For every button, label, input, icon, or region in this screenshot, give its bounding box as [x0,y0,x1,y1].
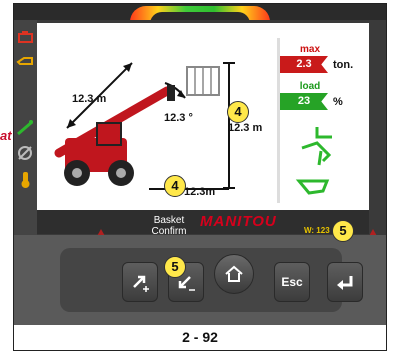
max-label: max [299,44,320,55]
load-value: 23 [280,93,328,110]
temperature-icon [21,172,30,188]
home-button[interactable] [214,254,254,294]
callout-4-bottom: 4 [164,175,186,197]
reach-label: 12.3 m [72,93,107,105]
callout-5-right: 5 [332,220,354,242]
status-message-line1: Basket [153,215,185,226]
load-unit: % [333,96,343,108]
max-value: 2.3 [280,56,328,73]
indicator-column [14,20,37,235]
callout-4-top: 4 [227,101,249,123]
esc-button[interactable]: Esc [274,262,310,302]
fork-level-icon [315,127,332,139]
enter-icon [337,276,353,290]
home-icon [225,265,243,282]
oil-warning-icon [16,57,33,65]
boom-lift-icon [301,141,332,166]
brand-logo-text: MANITOU [200,213,277,230]
load-label: load [299,81,321,92]
height-label: 12.3 m [228,122,263,134]
boom-head [167,85,175,101]
right-divider [277,38,280,203]
base-label: 12.3m [184,186,216,198]
side-caption-text: at [0,128,12,143]
boom-icon [17,120,33,136]
telehandler-cab [96,122,122,146]
engine-warning-icon [18,31,33,43]
steering-mode-icon [18,146,32,160]
tilt-icon [295,179,330,195]
page-number: 2 - 92 [182,329,218,345]
status-message: Basket Confirm [138,215,200,237]
max-unit: ton. [333,59,354,71]
angle-label: 12.3 ° [164,112,193,124]
arrow-up-plus-icon [133,275,149,292]
w-readout: W: 123 [304,226,330,235]
callout-5-left: 5 [164,256,186,278]
boom-up-button[interactable] [122,262,158,302]
enter-button[interactable] [327,262,363,302]
